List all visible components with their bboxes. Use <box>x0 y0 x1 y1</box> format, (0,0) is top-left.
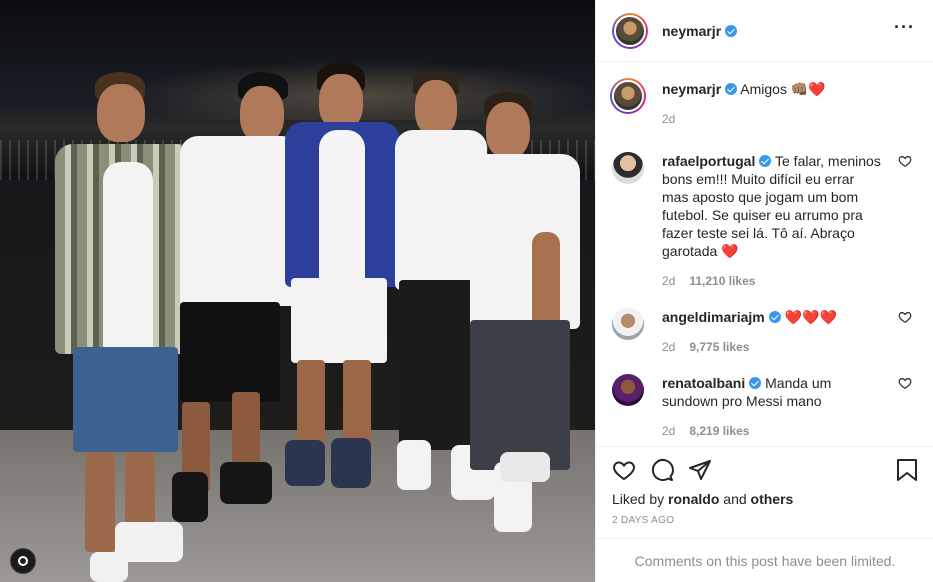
author-username[interactable]: neymarjr <box>662 23 738 39</box>
more-options-icon[interactable]: ··· <box>894 18 915 36</box>
comments-list: neymarjr Amigos 👊🏽❤️ 2d rafaelportugal T… <box>596 62 933 446</box>
comment-likes[interactable]: 11,210 likes <box>689 274 755 288</box>
tagged-people-button[interactable] <box>10 548 36 574</box>
comment-time: 2d <box>662 340 676 354</box>
comment-icon[interactable] <box>650 458 674 482</box>
author-avatar-small[interactable] <box>610 78 646 114</box>
liked-by-user[interactable]: ronaldo <box>668 491 719 507</box>
comment-likes[interactable]: 9,775 likes <box>689 340 749 354</box>
comment-emoji: ❤️ <box>721 243 739 259</box>
liked-by-prefix: Liked by <box>612 491 665 507</box>
comments-limited-notice: Comments on this post have been limited. <box>596 538 933 582</box>
comment-item: rafaelportugal Te falar, meninos bons em… <box>612 152 918 290</box>
post-header: neymarjr ··· <box>596 0 933 62</box>
caption: neymarjr Amigos 👊🏽❤️ 2d <box>610 78 918 128</box>
post-sidebar: neymarjr ··· neymarjr Amigos 👊🏽❤️ 2d raf… <box>595 0 933 582</box>
person-2 <box>160 72 300 532</box>
verified-icon <box>749 377 762 389</box>
comment-item: angeldimariajm ❤️❤️❤️ 2d 9,775 likes <box>612 308 918 356</box>
share-icon[interactable] <box>688 458 712 482</box>
save-icon[interactable] <box>896 458 918 482</box>
like-comment-icon[interactable] <box>898 154 912 168</box>
author-avatar[interactable] <box>612 12 648 49</box>
liked-by-joiner: and <box>723 491 747 507</box>
comment-time: 2d <box>662 274 676 288</box>
caption-username[interactable]: neymarjr <box>662 81 721 97</box>
verified-icon <box>725 24 738 37</box>
caption-time: 2d <box>662 112 676 126</box>
like-icon[interactable] <box>612 458 636 482</box>
post-date[interactable]: 2 DAYS AGO <box>612 515 918 526</box>
comment-time: 2d <box>662 424 676 438</box>
comment-username[interactable]: rafaelportugal <box>662 153 755 169</box>
like-comment-icon[interactable] <box>898 310 912 324</box>
caption-text: Amigos <box>740 81 787 97</box>
commenter-avatar[interactable] <box>612 152 644 184</box>
liked-by: Liked by ronaldo and others <box>612 491 918 507</box>
comment-emoji: ❤️❤️❤️ <box>784 309 837 325</box>
post-photo[interactable] <box>0 0 595 582</box>
verified-icon <box>725 83 738 95</box>
commenter-avatar[interactable] <box>612 308 644 340</box>
caption-emojis: 👊🏽❤️ <box>790 81 826 97</box>
person-5 <box>470 92 580 532</box>
commenter-avatar[interactable] <box>612 374 644 406</box>
liked-by-others[interactable]: others <box>751 491 794 507</box>
person-icon <box>18 556 28 566</box>
comment-item: renatoalbani Manda um sundown pro Messi … <box>612 374 918 440</box>
like-comment-icon[interactable] <box>898 376 912 390</box>
comment-likes[interactable]: 8,219 likes <box>689 424 749 438</box>
comment-username[interactable]: renatoalbani <box>662 375 745 391</box>
comment-username[interactable]: angeldimariajm <box>662 309 765 325</box>
verified-icon <box>759 155 772 167</box>
verified-icon <box>768 311 781 323</box>
person-3 <box>285 60 400 490</box>
